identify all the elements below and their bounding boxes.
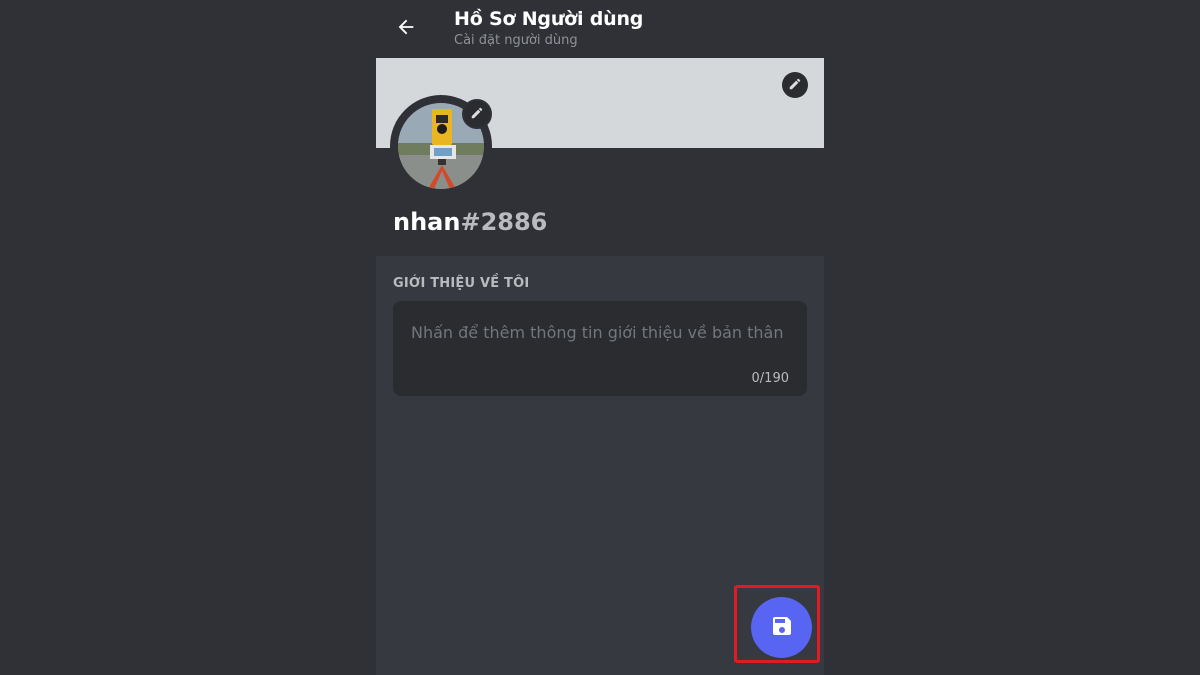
arrow-left-icon	[395, 16, 417, 42]
page-subtitle: Cài đặt người dùng	[454, 33, 578, 48]
top-bar: Hồ Sơ Người dùng Cài đặt người dùng	[376, 0, 824, 58]
pencil-icon	[470, 105, 484, 124]
pencil-icon	[788, 76, 802, 95]
edit-avatar-button[interactable]	[462, 99, 492, 129]
save-button[interactable]	[751, 597, 812, 658]
floppy-disk-icon	[770, 614, 794, 642]
back-button[interactable]	[390, 13, 422, 45]
about-me-placeholder: Nhấn để thêm thông tin giới thiệu về bản…	[411, 323, 784, 342]
about-me-input[interactable]: Nhấn để thêm thông tin giới thiệu về bản…	[393, 301, 807, 396]
username: nhan#2886	[393, 208, 547, 236]
username-name: nhan	[393, 208, 461, 236]
page-title: Hồ Sơ Người dùng	[454, 8, 644, 30]
username-discriminator: #2886	[460, 208, 548, 236]
edit-banner-button[interactable]	[782, 72, 808, 98]
profile-screen: Hồ Sơ Người dùng Cài đặt người dùng nhan…	[376, 0, 824, 675]
character-counter: 0/190	[751, 371, 789, 386]
about-me-label: GIỚI THIỆU VỀ TÔI	[393, 276, 530, 291]
